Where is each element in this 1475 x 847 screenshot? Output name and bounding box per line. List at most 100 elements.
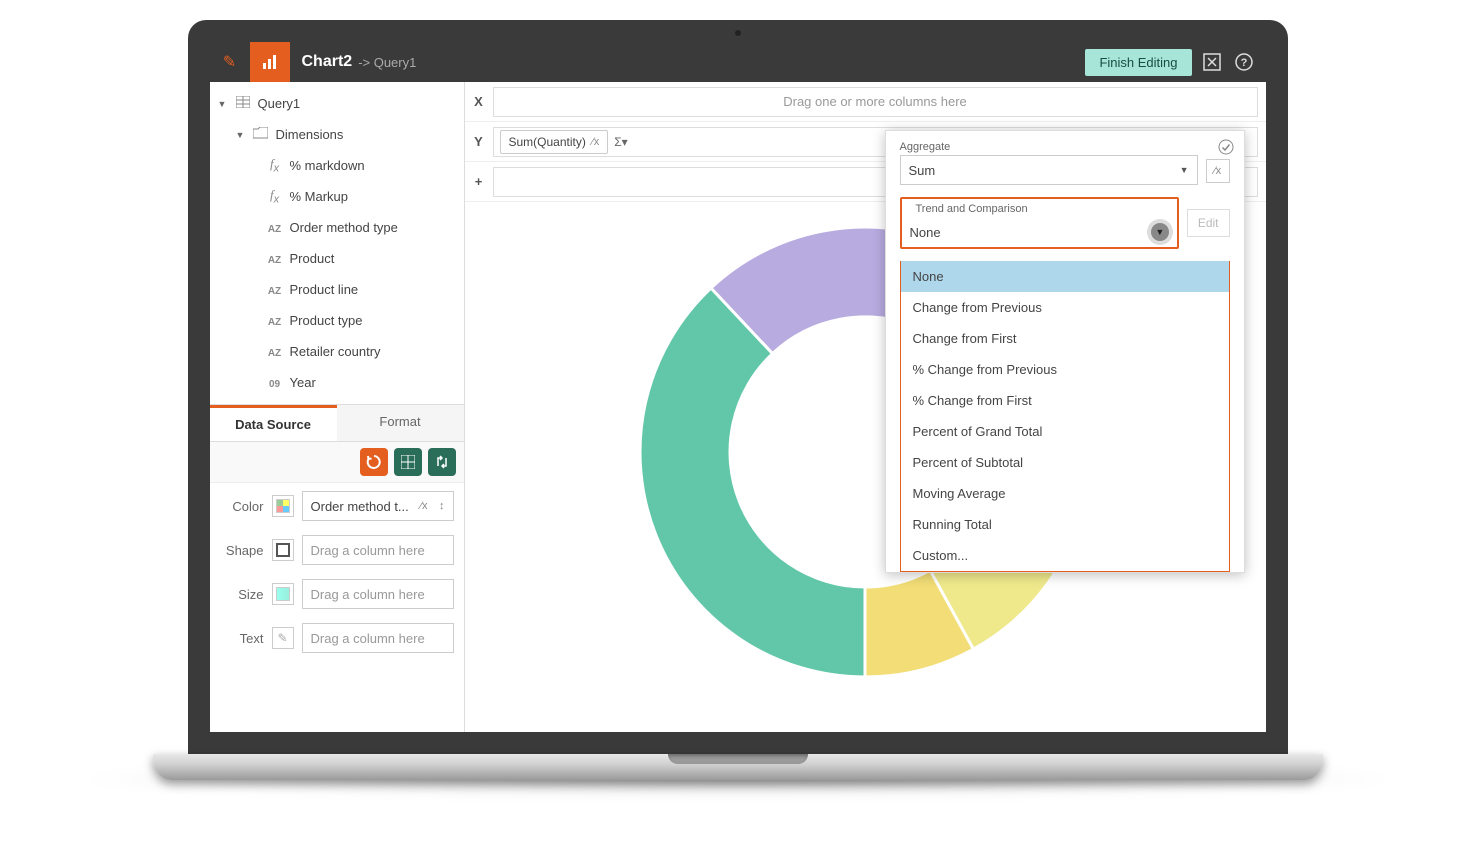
encoding-text-field[interactable]: Drag a column here — [302, 623, 454, 653]
number-type-icon: 09 — [269, 379, 280, 390]
sort-icon: ↕ — [439, 500, 445, 512]
text-type-icon: AZ — [268, 317, 281, 328]
tree-field-label: Product type — [290, 313, 363, 328]
laptop-camera — [735, 30, 741, 36]
dropdown-item[interactable]: Running Total — [901, 509, 1229, 540]
trend-value: None — [910, 225, 941, 240]
color-swatch-icon[interactable] — [272, 495, 294, 517]
tree-field-item[interactable]: AZ Product line — [210, 274, 464, 305]
tab-format[interactable]: Format — [337, 405, 464, 441]
panel-toolbar — [210, 442, 464, 483]
folder-icon — [252, 127, 270, 142]
fx-icon: fx — [270, 156, 279, 171]
dropdown-item[interactable]: Change from First — [901, 323, 1229, 354]
encoding-color-label: Color — [220, 499, 264, 514]
tree-field-label: % markdown — [290, 158, 365, 173]
tree-field-item[interactable]: fx % markdown — [210, 150, 464, 181]
laptop-frame: ✎ Chart2 -> Query1 Finish Editing ? — [188, 20, 1288, 792]
trend-select[interactable]: Trend and Comparison None ▼ — [900, 197, 1179, 249]
dropdown-item[interactable]: Percent of Grand Total — [901, 416, 1229, 447]
tree-field-item[interactable]: 09 Year — [210, 367, 464, 398]
tree-field-label: Product line — [290, 282, 359, 297]
fx-icon: ⁄x — [592, 136, 599, 148]
finish-editing-button[interactable]: Finish Editing — [1085, 49, 1191, 76]
breadcrumb-main[interactable]: Chart2 — [302, 53, 353, 71]
aggregate-label: Aggregate — [900, 141, 1230, 153]
refresh-button[interactable] — [360, 448, 388, 476]
shape-swatch-icon[interactable] — [272, 539, 294, 561]
y-pill-sum-quantity[interactable]: Sum(Quantity) ⁄x — [500, 130, 609, 154]
aggregate-popover: Aggregate Sum ▼ ⁄x Trend and Comparison — [885, 130, 1245, 573]
edit-button[interactable]: Edit — [1187, 209, 1230, 237]
laptop-base — [188, 754, 1288, 792]
dropdown-item[interactable]: % Change from First — [901, 385, 1229, 416]
dropdown-item[interactable]: Percent of Subtotal — [901, 447, 1229, 478]
dropdown-item[interactable]: % Change from Previous — [901, 354, 1229, 385]
encoding-size-label: Size — [220, 587, 264, 602]
fx-icon: ⁄x — [420, 500, 427, 512]
dropdown-item[interactable]: Moving Average — [901, 478, 1229, 509]
header-right: Finish Editing ? — [1085, 49, 1265, 76]
dropdown-item[interactable]: Custom... — [901, 540, 1229, 571]
dropdown-item[interactable]: None — [901, 261, 1229, 292]
encoding-shape-row: Shape Drag a column here — [220, 535, 454, 565]
tree-dimensions-node[interactable]: ▼ Dimensions — [210, 119, 464, 150]
trend-dropdown: NoneChange from PreviousChange from Firs… — [900, 261, 1230, 572]
left-panel: ▼ Query1 ▼ Dimensions — [210, 82, 465, 732]
aggregate-value: Sum — [909, 163, 936, 178]
size-swatch-icon[interactable] — [272, 583, 294, 605]
app-header: ✎ Chart2 -> Query1 Finish Editing ? — [210, 42, 1266, 82]
encoding-color-row: Color Order method t... ⁄x ↕ — [220, 491, 454, 521]
caret-down-icon: ▼ — [1180, 165, 1189, 175]
design-tool-icon[interactable]: ✎ — [210, 42, 250, 82]
fx-icon: fx — [270, 187, 279, 202]
caret-down-icon: ▼ — [236, 130, 246, 140]
help-icon[interactable]: ? — [1232, 50, 1256, 74]
trend-label: Trend and Comparison — [912, 203, 1032, 215]
table-icon — [234, 96, 252, 111]
text-swatch-icon[interactable]: ✎ — [272, 627, 294, 649]
tree-field-label: Retailer country — [290, 344, 381, 359]
tree-field-item[interactable]: AZOrder method type — [210, 212, 464, 243]
text-type-icon: AZ — [268, 348, 281, 359]
encoding-color-field[interactable]: Order method t... ⁄x ↕ — [302, 491, 454, 521]
caret-down-icon: ▼ — [1151, 223, 1169, 241]
text-type-icon: AZ — [268, 224, 281, 235]
encoding-shape-field[interactable]: Drag a column here — [302, 535, 454, 565]
tree-field-item[interactable]: fx% Markup — [210, 181, 464, 212]
encoding-shape-label: Shape — [220, 543, 264, 558]
trend-section: Trend and Comparison None ▼ Edit — [886, 197, 1244, 249]
tree-field-label: Year — [290, 375, 316, 390]
aggregate-section: Aggregate Sum ▼ ⁄x — [886, 141, 1244, 185]
data-tree: ▼ Query1 ▼ Dimensions — [210, 82, 464, 404]
sigma-icon[interactable]: Σ▾ — [614, 135, 627, 149]
y-pill-label: Sum(Quantity) — [509, 135, 586, 149]
chart-mode-icon[interactable] — [250, 42, 290, 82]
encoding-text-label: Text — [220, 631, 264, 646]
svg-text:?: ? — [1240, 57, 1247, 69]
text-type-icon: AZ — [268, 286, 281, 297]
x-shelf-drop[interactable]: Drag one or more columns here — [493, 87, 1258, 117]
fx-button[interactable]: ⁄x — [1206, 159, 1230, 183]
close-square-icon[interactable] — [1200, 50, 1224, 74]
encoding-size-field[interactable]: Drag a column here — [302, 579, 454, 609]
tree-query-node[interactable]: ▼ Query1 — [210, 88, 464, 119]
tree-field-item[interactable]: AZProduct — [210, 243, 464, 274]
add-shelf-label[interactable]: + — [465, 174, 493, 189]
tree-field-label: Product — [290, 251, 335, 266]
dropdown-item[interactable]: Change from Previous — [901, 292, 1229, 323]
app-window: ✎ Chart2 -> Query1 Finish Editing ? — [210, 42, 1266, 732]
tree-field-item[interactable]: AZ Product type — [210, 305, 464, 336]
donut-slice[interactable] — [640, 288, 865, 677]
y-shelf-label: Y — [465, 134, 493, 149]
tab-data-source[interactable]: Data Source — [210, 405, 337, 441]
encoding-panel: Color Order method t... ⁄x ↕ Shape Dra — [210, 483, 464, 675]
grid-button[interactable] — [394, 448, 422, 476]
app-body: ▼ Query1 ▼ Dimensions — [210, 82, 1266, 732]
tree-query-label: Query1 — [258, 96, 301, 111]
aggregate-select[interactable]: Sum ▼ — [900, 155, 1198, 185]
encoding-color-value: Order method t... — [311, 499, 409, 514]
swap-button[interactable] — [428, 448, 456, 476]
breadcrumb-sub[interactable]: -> Query1 — [358, 55, 416, 70]
tree-field-item[interactable]: AZ Retailer country — [210, 336, 464, 367]
